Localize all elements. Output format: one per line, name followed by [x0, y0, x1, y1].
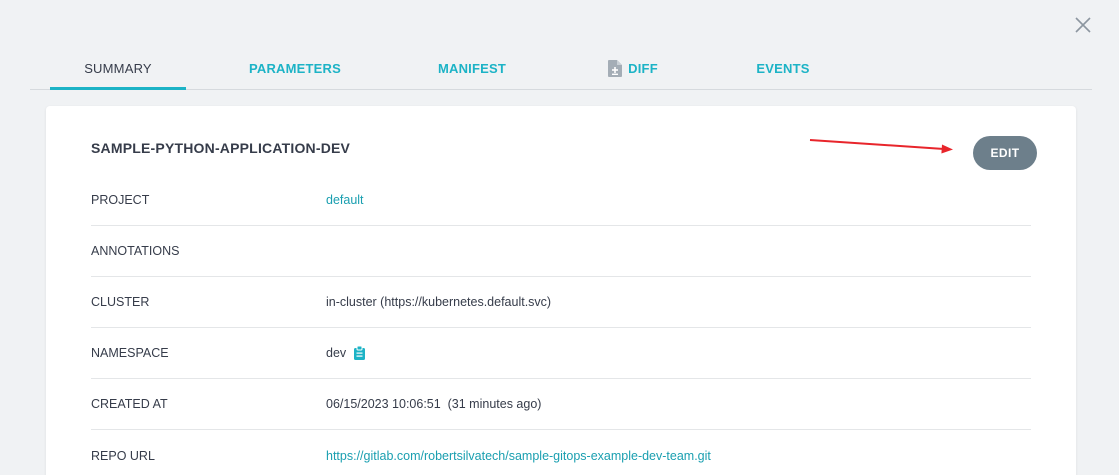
row-label: CREATED AT: [91, 397, 168, 411]
summary-table: PROJECT default ANNOTATIONS CLUSTER in-c…: [91, 175, 1031, 475]
row-label: NAMESPACE: [91, 346, 169, 360]
clipboard-icon[interactable]: [354, 346, 366, 360]
summary-row-project: PROJECT default: [91, 175, 1031, 226]
tab-parameters-label: PARAMETERS: [248, 61, 342, 76]
row-label: ANNOTATIONS: [91, 244, 180, 258]
row-value: 06/15/2023 10:06:51 (31 minutes ago): [326, 397, 542, 411]
tab-events-label: EVENTS: [756, 61, 810, 76]
summary-row-created-at: CREATED AT 06/15/2023 10:06:51 (31 minut…: [91, 379, 1031, 430]
row-label: REPO URL: [91, 448, 155, 463]
summary-row-namespace: NAMESPACE dev: [91, 328, 1031, 379]
tab-manifest[interactable]: MANIFEST: [410, 48, 534, 89]
summary-row-repo-url: REPO URL https://gitlab.com/robertsilvat…: [91, 430, 1031, 475]
tab-diff[interactable]: DIFF: [598, 48, 668, 89]
row-label: CLUSTER: [91, 295, 150, 309]
file-diff-icon: [608, 60, 623, 77]
tab-summary[interactable]: SUMMARY: [50, 48, 186, 90]
tab-manifest-label: MANIFEST: [437, 61, 507, 76]
repo-url-link[interactable]: https://gitlab.com/robertsilvatech/sampl…: [326, 449, 711, 463]
tab-parameters[interactable]: PARAMETERS: [228, 48, 362, 89]
edit-button[interactable]: EDIT: [973, 136, 1037, 170]
row-value: in-cluster (https://kubernetes.default.s…: [326, 295, 552, 309]
row-label: PROJECT: [91, 193, 150, 207]
app-title: SAMPLE-PYTHON-APPLICATION-DEV: [91, 140, 351, 156]
tab-summary-label: SUMMARY: [84, 61, 152, 76]
annotation-arrow: [809, 139, 953, 154]
tab-diff-label: DIFF: [628, 61, 658, 76]
summary-row-cluster: CLUSTER in-cluster (https://kubernetes.d…: [91, 277, 1031, 328]
close-icon[interactable]: [1072, 14, 1094, 36]
summary-row-annotations: ANNOTATIONS: [91, 226, 1031, 277]
namespace-value: dev: [326, 346, 347, 360]
summary-card: SAMPLE-PYTHON-APPLICATION-DEV EDIT PROJE…: [46, 106, 1076, 475]
tab-events[interactable]: EVENTS: [742, 48, 824, 89]
row-value: dev: [326, 346, 366, 360]
tab-bar: SUMMARY PARAMETERS MANIFEST DIFF EVENTS: [30, 48, 1092, 90]
project-link[interactable]: default: [326, 193, 364, 207]
